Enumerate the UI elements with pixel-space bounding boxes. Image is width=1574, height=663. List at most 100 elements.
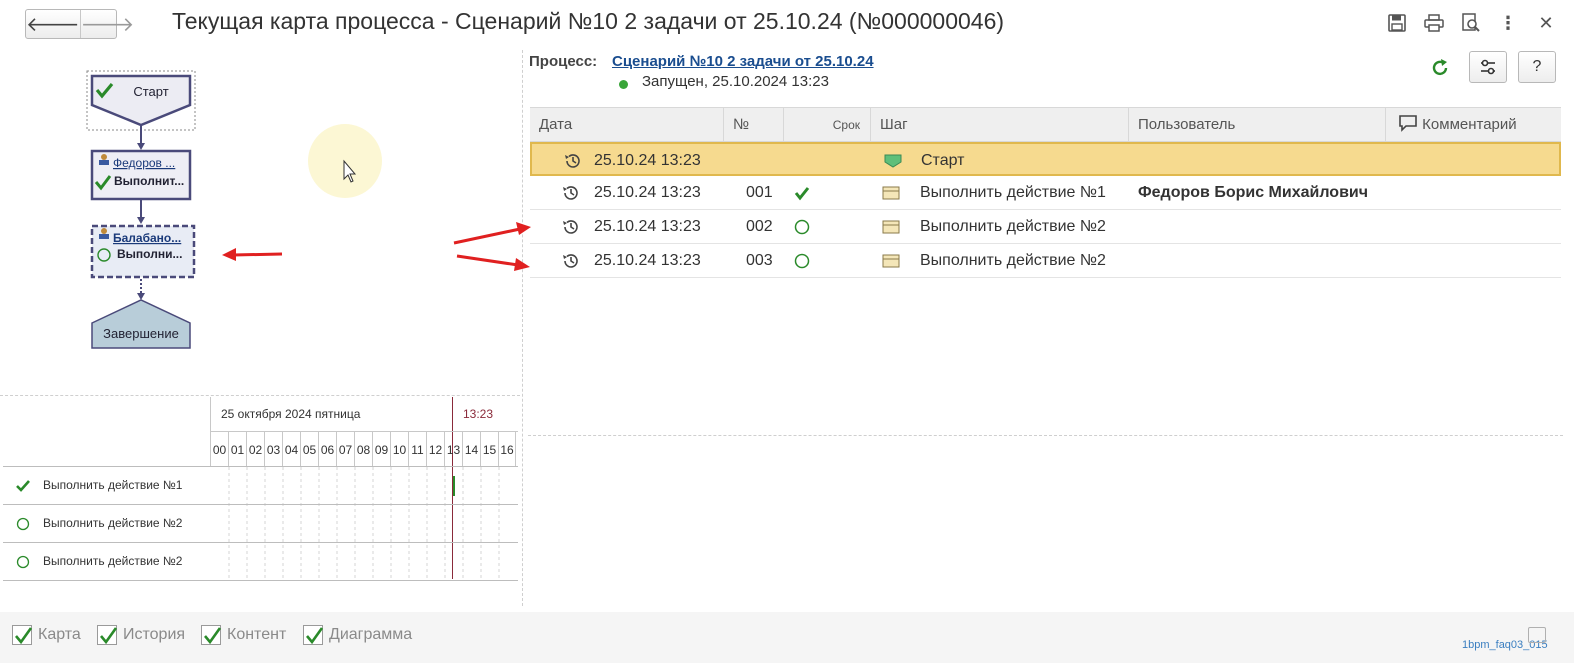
row-num: 003 — [746, 252, 773, 269]
print-icon[interactable] — [1423, 12, 1445, 34]
gantt-time-marker: 13:23 — [463, 407, 494, 421]
process-status: Запущен, 25.10.2024 13:23 — [642, 73, 829, 90]
refresh-icon — [1432, 59, 1448, 76]
pane-divider[interactable] — [522, 50, 523, 606]
checkmark-icon — [100, 627, 118, 645]
col-deadline[interactable]: Срок — [784, 108, 871, 142]
nav-button-group: 🡐 🡒 — [25, 9, 134, 39]
history-icon — [563, 254, 578, 268]
checkbox-label: Карта — [38, 626, 81, 643]
row-date: 25.10.24 13:23 — [594, 252, 701, 269]
back-button[interactable]: 🡐 — [26, 10, 80, 38]
annotation-arrows — [453, 222, 531, 271]
process-map[interactable]: Старт Федоров ... Выполнит... Балабано..… — [0, 55, 520, 355]
gantt-hour: 08 — [354, 432, 372, 466]
preview-icon[interactable] — [1460, 12, 1482, 34]
close-icon[interactable]: ✕ — [1535, 12, 1557, 34]
resize-icon[interactable] — [1528, 627, 1546, 643]
checkbox-label: Контент — [227, 626, 287, 643]
col-date[interactable]: Дата — [530, 108, 724, 142]
left-splitter[interactable] — [0, 395, 520, 396]
gantt-hour: 04 — [282, 432, 300, 466]
checkbox-history[interactable]: История — [97, 625, 185, 645]
col-comment-label: Комментарий — [1422, 116, 1517, 133]
row-user: Федоров Борис Михайлович — [1138, 184, 1369, 201]
refresh-button[interactable] — [1428, 56, 1452, 80]
gantt-hour: 01 — [228, 432, 246, 466]
adjust-icon — [1481, 59, 1495, 75]
process-link[interactable]: Сценарий №10 2 задачи от 25.10.24 — [612, 53, 874, 70]
end-node-label: Завершение — [103, 326, 179, 341]
check-icon — [16, 480, 30, 492]
start-node-label: Старт — [133, 84, 168, 99]
row-date: 25.10.24 13:23 — [594, 184, 701, 201]
checkbox-label: История — [123, 626, 186, 643]
gantt-hour: 03 — [264, 432, 282, 466]
circle-icon — [16, 517, 30, 531]
table-row[interactable]: 25.10.24 13:23 003 Выполнить действие №2 — [530, 244, 1561, 278]
node2-user: Балабано... — [113, 231, 181, 245]
gantt-hour: 05 — [300, 432, 318, 466]
window-title: Текущая карта процесса - Сценарий №10 2 … — [172, 8, 1005, 34]
gantt-hour: 12 — [426, 432, 444, 466]
history-icon — [565, 154, 580, 168]
col-user[interactable]: Пользователь — [1129, 108, 1386, 142]
task-step-icon — [882, 220, 900, 234]
gantt-hour: 10 — [390, 432, 408, 466]
gantt-row-label: Выполнить действие №1 — [43, 478, 183, 492]
save-icon[interactable] — [1386, 12, 1408, 34]
start-step-icon — [884, 154, 902, 168]
circle-icon — [794, 253, 810, 269]
checkbox-diagram[interactable]: Диаграмма — [303, 625, 412, 645]
gantt-hour: 13 — [444, 432, 462, 466]
task-step-icon — [882, 186, 900, 200]
gantt-row-label: Выполнить действие №2 — [43, 516, 183, 530]
table-header: Дата № Срок Шаг Пользователь Комментарий — [530, 107, 1561, 142]
right-splitter[interactable] — [528, 435, 1563, 436]
row-date: 25.10.24 13:23 — [594, 218, 701, 235]
help-button[interactable]: ? — [1518, 51, 1556, 83]
checkbox-content[interactable]: Контент — [201, 625, 286, 645]
col-comment[interactable]: Комментарий — [1386, 108, 1561, 142]
circle-icon — [794, 219, 810, 235]
row-step: Выполнить действие №1 — [920, 184, 1106, 201]
history-table: Дата № Срок Шаг Пользователь Комментарий… — [530, 107, 1561, 278]
checkmark-icon — [204, 627, 222, 645]
gantt-row[interactable]: Выполнить действие №1 — [3, 467, 518, 505]
node1-user: Федоров ... — [113, 156, 175, 170]
gantt-row[interactable]: Выполнить действие №2 — [3, 543, 518, 581]
gantt-hour: 15 — [480, 432, 498, 466]
forward-button[interactable]: 🡒 — [79, 10, 134, 38]
col-step[interactable]: Шаг — [871, 108, 1129, 142]
history-icon — [563, 220, 578, 234]
history-icon — [563, 186, 578, 200]
row-date: 25.10.24 13:23 — [594, 152, 701, 169]
row-num: 002 — [746, 218, 773, 235]
gantt-hour: 00 — [210, 432, 228, 466]
checkmark-icon — [306, 627, 324, 645]
row-step: Старт — [921, 152, 965, 169]
table-row[interactable]: 25.10.24 13:23 001 Выполнить действие №1… — [530, 176, 1561, 210]
gantt-hour: 16 — [498, 432, 516, 466]
gantt-date-header: 25 октября 2024 пятница — [221, 407, 361, 421]
col-num[interactable]: № — [724, 108, 784, 142]
more-menu-icon[interactable]: ⋮ — [1497, 12, 1519, 34]
table-row[interactable]: 25.10.24 13:23 Старт — [530, 142, 1561, 176]
arrow-left-icon: 🡐 — [26, 13, 80, 36]
row-num: 001 — [746, 184, 773, 201]
status-indicator — [619, 80, 628, 89]
cursor-highlight — [308, 124, 382, 198]
gantt-hour: 11 — [408, 432, 426, 466]
table-row[interactable]: 25.10.24 13:23 002 Выполнить действие №2 — [530, 210, 1561, 244]
checkmark-icon — [15, 627, 33, 645]
node2-task: Выполни... — [117, 247, 182, 261]
gantt-hour: 09 — [372, 432, 390, 466]
gantt-hour: 02 — [246, 432, 264, 466]
settings-button[interactable] — [1469, 51, 1507, 83]
checkbox-map[interactable]: Карта — [12, 625, 81, 645]
gantt-row[interactable]: Выполнить действие №2 — [3, 505, 518, 543]
check-icon — [794, 187, 810, 201]
gantt-hour: 14 — [462, 432, 480, 466]
node1-task: Выполнит... — [114, 174, 184, 188]
row-step: Выполнить действие №2 — [920, 218, 1106, 235]
